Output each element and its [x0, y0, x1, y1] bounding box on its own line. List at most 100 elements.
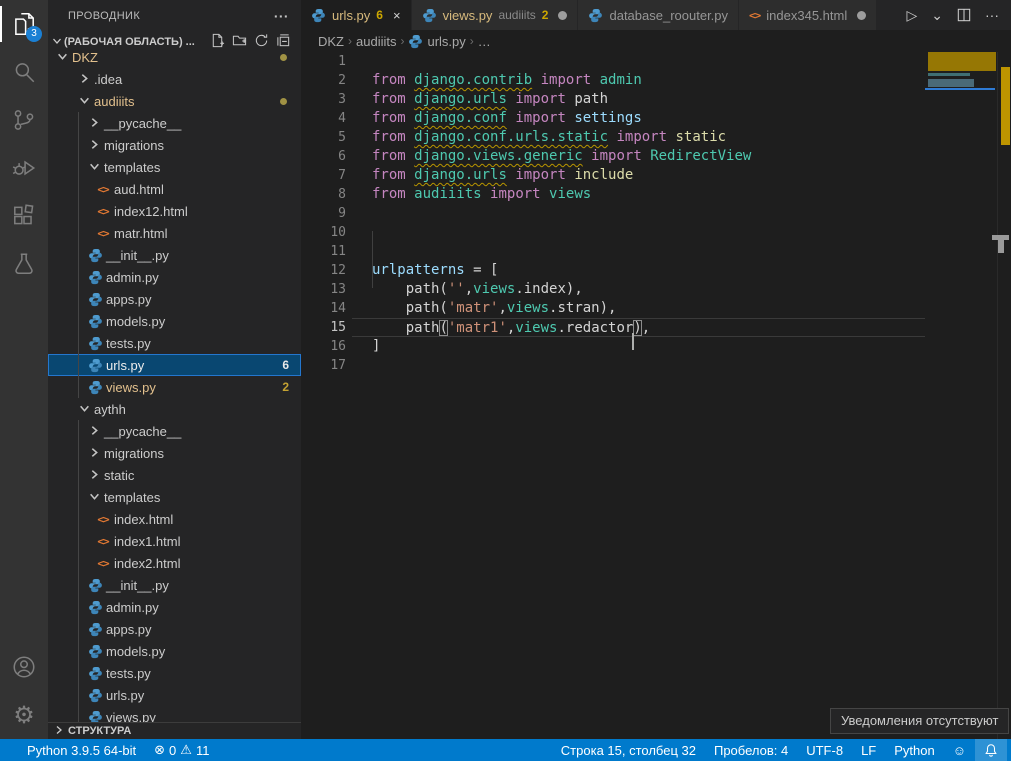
statusbar-indentation[interactable]: Пробелов: 4: [705, 739, 797, 761]
tree-item-views-py[interactable]: views.py2: [48, 376, 301, 398]
tree-item-admin-py[interactable]: admin.py: [48, 596, 301, 618]
code-line-12[interactable]: 12urlpatterns = [: [301, 261, 925, 280]
tree-item-index12-html[interactable]: <>index12.html: [48, 200, 301, 222]
statusbar-language-mode[interactable]: Python: [885, 739, 943, 761]
activity-item-search[interactable]: [0, 48, 48, 96]
statusbar-python-3-9-5-64-bit[interactable]: Python 3.9.5 64-bit: [18, 739, 145, 761]
sidebar-more-actions-icon[interactable]: ···: [274, 0, 289, 32]
run-button[interactable]: ▷: [906, 7, 917, 24]
code-line-14[interactable]: 14 path('matr',views.stran),: [301, 299, 925, 318]
code-line-7[interactable]: 7from django.urls import include: [301, 166, 925, 185]
line-number[interactable]: 2: [301, 71, 352, 90]
tree-item-migrations[interactable]: migrations: [48, 134, 301, 156]
tree-item-aythh[interactable]: aythh: [48, 398, 301, 420]
tree-item-templates[interactable]: templates: [48, 156, 301, 178]
tab-urls-py[interactable]: urls.py6×: [301, 0, 412, 30]
activity-item-account[interactable]: [0, 643, 48, 691]
tree-item-views-py[interactable]: views.py: [48, 706, 301, 722]
close-icon[interactable]: ×: [393, 8, 401, 23]
line-number[interactable]: 11: [301, 242, 352, 261]
activity-item-testing[interactable]: [0, 240, 48, 288]
workspace-section-header[interactable]: (РАБОЧАЯ ОБЛАСТЬ) ...: [48, 32, 301, 52]
tree-item-init-py[interactable]: __init__.py: [48, 244, 301, 266]
tree-item-index-html[interactable]: <>index.html: [48, 508, 301, 530]
statusbar-eol[interactable]: LF: [852, 739, 885, 761]
activity-item-source-control[interactable]: [0, 96, 48, 144]
tree-item-matr-html[interactable]: <>matr.html: [48, 222, 301, 244]
code-line-17[interactable]: 17: [301, 356, 925, 375]
line-number[interactable]: 15: [301, 318, 352, 337]
more-actions-icon[interactable]: ···: [985, 7, 999, 23]
line-number[interactable]: 12: [301, 261, 352, 280]
line-number[interactable]: 6: [301, 147, 352, 166]
tree-item-static[interactable]: static: [48, 464, 301, 486]
line-number[interactable]: 3: [301, 90, 352, 109]
line-number[interactable]: 8: [301, 185, 352, 204]
editor-scrollbar[interactable]: [997, 52, 1011, 739]
tree-item-apps-py[interactable]: apps.py: [48, 288, 301, 310]
code-line-9[interactable]: 9: [301, 204, 925, 223]
tree-item-aud-html[interactable]: <>aud.html: [48, 178, 301, 200]
code-line-8[interactable]: 8from audiiits import views: [301, 185, 925, 204]
tab-database-roouter-py[interactable]: database_roouter.py: [578, 0, 739, 30]
breadcrumb-item[interactable]: DKZ: [318, 34, 344, 49]
tree-item-index2-html[interactable]: <>index2.html: [48, 552, 301, 574]
tree-item-tests-py[interactable]: tests.py: [48, 662, 301, 684]
statusbar-cursor-position[interactable]: Строка 15, столбец 32: [552, 739, 705, 761]
activity-item-settings[interactable]: ⚙: [0, 691, 48, 739]
tab-views-py[interactable]: views.pyaudiiits2: [412, 0, 579, 30]
activity-item-explorer[interactable]: 3: [0, 0, 48, 48]
tree-item-idea[interactable]: .idea: [48, 68, 301, 90]
breadcrumb-item[interactable]: audiiits: [356, 34, 396, 49]
tree-item-pycache[interactable]: __pycache__: [48, 112, 301, 134]
run-dropdown-icon[interactable]: ⌄: [931, 7, 943, 24]
statusbar-problems[interactable]: ⊗0⚠11: [145, 739, 218, 761]
code-line-4[interactable]: 4from django.conf import settings: [301, 109, 925, 128]
statusbar-encoding[interactable]: UTF-8: [797, 739, 852, 761]
collapse-all-icon[interactable]: [276, 33, 291, 51]
tab-index345-html[interactable]: <>index345.html: [739, 0, 877, 30]
code-line-2[interactable]: 2from django.contrib import admin: [301, 71, 925, 90]
tree-item-urls-py[interactable]: urls.py6: [48, 354, 301, 376]
statusbar-feedback[interactable]: ☺: [944, 739, 975, 761]
code-line-13[interactable]: 13 path('',views.index),: [301, 280, 925, 299]
code-line-10[interactable]: 10: [301, 223, 925, 242]
tree-item-urls-py[interactable]: urls.py: [48, 684, 301, 706]
code-line-1[interactable]: 1: [301, 52, 925, 71]
activity-item-run-debug[interactable]: [0, 144, 48, 192]
new-folder-icon[interactable]: [232, 33, 247, 51]
line-number[interactable]: 14: [301, 299, 352, 318]
line-number[interactable]: 7: [301, 166, 352, 185]
tree-item-apps-py[interactable]: apps.py: [48, 618, 301, 640]
line-number[interactable]: 4: [301, 109, 352, 128]
tree-item-admin-py[interactable]: admin.py: [48, 266, 301, 288]
dirty-indicator[interactable]: [857, 11, 866, 20]
tree-item-init-py[interactable]: __init__.py: [48, 574, 301, 596]
breadcrumb-item[interactable]: …: [478, 34, 491, 49]
dirty-indicator[interactable]: [558, 11, 567, 20]
line-number[interactable]: 5: [301, 128, 352, 147]
tree-item-migrations[interactable]: migrations: [48, 442, 301, 464]
code-line-11[interactable]: 11: [301, 242, 925, 261]
tree-item-index1-html[interactable]: <>index1.html: [48, 530, 301, 552]
line-number[interactable]: 10: [301, 223, 352, 242]
code-editor[interactable]: 12from django.contrib import admin3from …: [301, 52, 925, 375]
line-number[interactable]: 16: [301, 337, 352, 356]
line-number[interactable]: 13: [301, 280, 352, 299]
outline-section-header[interactable]: СТРУКТУРА: [48, 722, 301, 739]
tree-item-models-py[interactable]: models.py: [48, 310, 301, 332]
tree-item-templates[interactable]: templates: [48, 486, 301, 508]
code-line-5[interactable]: 5from django.conf.urls.static import sta…: [301, 128, 925, 147]
refresh-icon[interactable]: [254, 33, 269, 51]
split-editor-icon[interactable]: [957, 8, 971, 22]
tree-item-audiiits[interactable]: audiiits: [48, 90, 301, 112]
code-line-16[interactable]: 16]: [301, 337, 925, 356]
line-number[interactable]: 1: [301, 52, 352, 71]
activity-item-extensions[interactable]: [0, 192, 48, 240]
minimap[interactable]: [925, 52, 997, 739]
new-file-icon[interactable]: [210, 33, 225, 51]
statusbar-notifications[interactable]: [975, 739, 1007, 761]
line-number[interactable]: 9: [301, 204, 352, 223]
tree-item-models-py[interactable]: models.py: [48, 640, 301, 662]
code-line-6[interactable]: 6from django.views.generic import Redire…: [301, 147, 925, 166]
